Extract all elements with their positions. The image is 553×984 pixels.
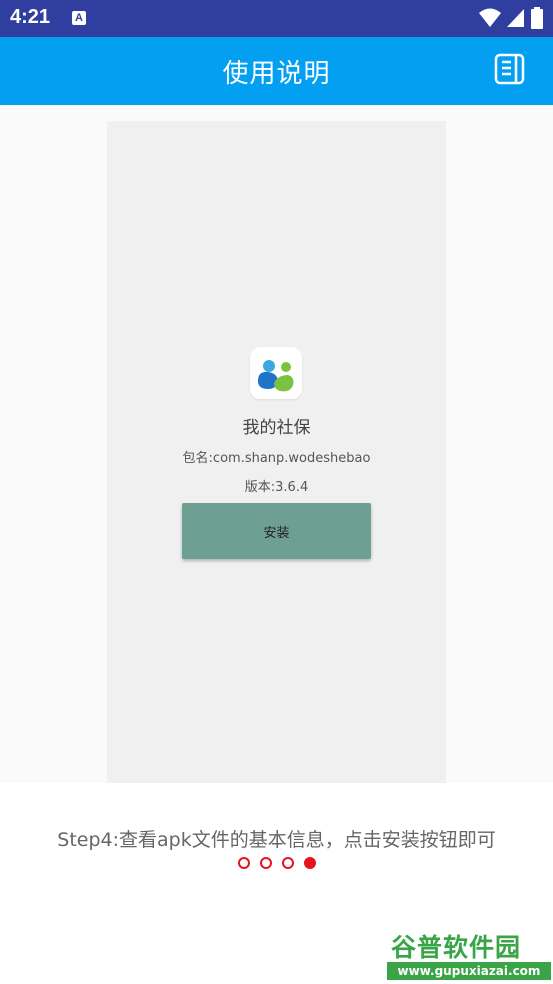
watermark-url: www.gupuxiazai.com [387,962,551,980]
wifi-icon [479,8,501,28]
page-dot-1[interactable] [238,857,250,869]
install-button[interactable]: 安装 [182,503,371,559]
notification-a-icon: A [72,11,86,25]
watermark-title: 谷普软件园 [391,933,522,962]
signal-icon [507,8,525,28]
app-logo [250,347,302,399]
app-name: 我的社保 [242,418,311,438]
battery-icon [531,7,543,29]
package-name: 包名:com.shanp.wodeshebao [182,451,371,466]
page-indicator [238,857,316,869]
document-icon [494,52,528,90]
page-dot-3[interactable] [282,857,294,869]
document-button[interactable] [493,53,529,89]
watermark: 谷普软件园 www.gupuxiazai.com [387,926,551,982]
page-dot-4[interactable] [304,857,316,869]
app-bar: 使用说明 [0,37,553,105]
step-description: Step4:查看apk文件的基本信息，点击安装按钮即可 [57,829,496,851]
app-version: 版本:3.6.4 [244,480,309,495]
status-bar: 4:21 A [0,0,553,37]
guide-screenshot: 我的社保 包名:com.shanp.wodeshebao 版本:3.6.4 安装 [107,121,446,783]
status-time: 4:21 [10,6,51,28]
page-dot-2[interactable] [260,857,272,869]
screen: 4:21 A 使用说明 我的社保 包名:com.shanp.wodeshebao… [0,0,553,984]
page-title: 使用说明 [222,58,331,89]
status-indicators [479,7,543,29]
